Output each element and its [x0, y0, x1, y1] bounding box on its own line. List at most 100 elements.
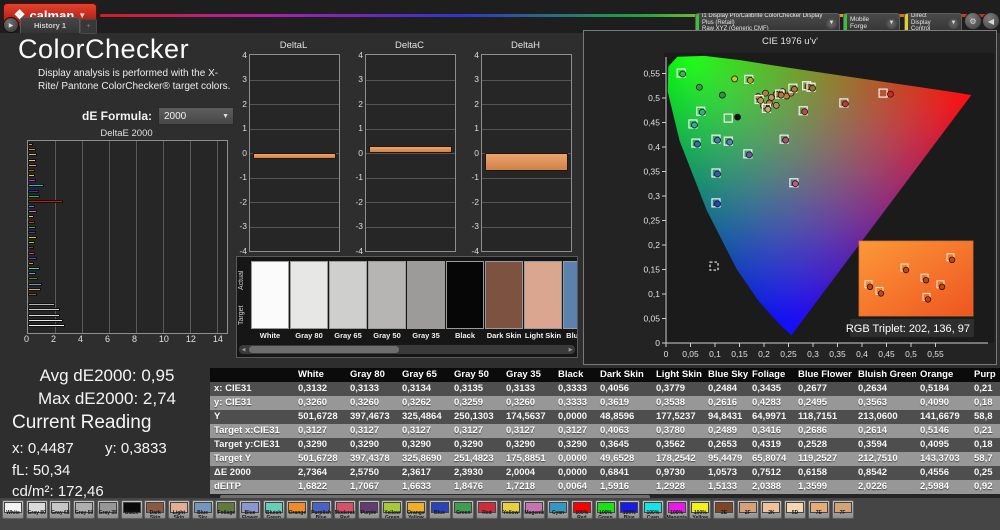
patch-swatch[interactable] — [407, 261, 445, 329]
deltae-bar — [28, 241, 36, 245]
y-tick-label: 0 — [655, 338, 660, 348]
table-cell: 0,3260 — [298, 397, 328, 408]
patch-button[interactable]: Gray 80 — [25, 500, 48, 519]
gear-icon: ⚙ — [969, 16, 977, 26]
gridline — [81, 141, 83, 333]
patch-button[interactable]: 2F — [736, 500, 759, 519]
table-cell: 175,8851 — [506, 453, 546, 464]
new-tab-button[interactable]: + — [80, 19, 97, 34]
patch-button[interactable]: Purple — [357, 500, 380, 519]
patch-button[interactable]: 5D — [784, 500, 807, 519]
measured-point — [757, 97, 765, 104]
avg-de2000: Avg dE2000: 0,95 — [39, 366, 175, 385]
patch-button-label: 2K — [768, 510, 775, 516]
patch-button[interactable]: Dark Skin — [144, 500, 167, 519]
delta-bar — [485, 153, 568, 171]
patch-button[interactable]: Yellow Green — [381, 500, 404, 519]
patch-button[interactable]: Black — [120, 500, 143, 519]
gridline — [216, 141, 218, 333]
column-header — [210, 368, 294, 382]
deltae-bar — [28, 184, 44, 188]
patch-button[interactable]: Gray 50 — [73, 500, 96, 519]
patch-button[interactable]: 7F — [831, 500, 854, 519]
patch-button[interactable]: Foliage — [215, 500, 238, 519]
deltal-chart: DeltaL 4 3 2 1 0 -1 -2 -3 -4 — [231, 40, 343, 262]
gridline — [366, 104, 455, 105]
cie-chart-title: CIE 1976 u'v' — [762, 36, 818, 47]
delta-bar — [369, 146, 452, 153]
deltae-bars — [28, 141, 227, 333]
patch-swatch[interactable] — [290, 261, 328, 329]
patch-button[interactable]: Blue Flower — [239, 500, 261, 519]
patch-button-label: Blue — [434, 510, 446, 516]
y-tick-label: 0,25 — [643, 216, 660, 226]
patch-button[interactable]: White — [2, 500, 24, 519]
patch-button[interactable]: Magenta — [523, 500, 546, 519]
table-header-row: White Gray 80 Gray 65 Gray 50 Gray 35 Black Da… — [210, 368, 1000, 382]
y-tick-label: -2 — [355, 196, 363, 207]
deltae-bar — [28, 313, 60, 317]
patch-button[interactable]: 100% Yellow — [689, 500, 712, 519]
patch-button[interactable]: 100% Blue — [618, 500, 641, 519]
patch-button[interactable]: Light Skin — [167, 500, 190, 519]
settings-button[interactable]: ⚙ — [964, 12, 982, 30]
table-cell: 0,3562 — [656, 439, 686, 450]
deltae-bar — [28, 272, 37, 276]
patch-swatch[interactable] — [368, 261, 406, 329]
table-cell: 0,3563 — [858, 397, 888, 408]
patch-button[interactable]: Bluish Green — [262, 500, 285, 519]
collapse-panel-button[interactable]: ◀ — [982, 12, 1000, 30]
patch-button[interactable]: 100% Magenta — [665, 500, 688, 519]
table-cell: 0,3127 — [350, 425, 380, 436]
deltae-bar — [28, 323, 65, 327]
patch-button[interactable]: 7E — [807, 500, 830, 519]
patch-swatch[interactable] — [524, 261, 562, 329]
cie-chart-panel: CIE 1976 u'v' 0 0,05 0,1 0,15 0,2 0,25 0… — [583, 30, 997, 365]
measured-point — [782, 136, 789, 144]
patch-swatch-label: Light Skin — [524, 331, 562, 340]
patch-button[interactable]: Blue — [428, 500, 451, 519]
patch-button[interactable]: 2K — [760, 500, 783, 519]
patch-swatch[interactable] — [485, 261, 523, 329]
swatch-scrollbar-thumb[interactable] — [249, 346, 399, 353]
session-menu-button[interactable]: ▶ — [3, 17, 19, 33]
table-cell: 0,3779 — [656, 383, 686, 394]
table-cell: 0,0000 — [558, 467, 588, 478]
patch-button[interactable]: 100% Cyan — [641, 500, 664, 519]
patch-button[interactable]: Gray 65 — [49, 500, 72, 519]
patch-button[interactable]: 100% Green — [594, 500, 617, 519]
table-cell: 0,4283 — [752, 397, 782, 408]
table-cell: 0,3127 — [402, 425, 432, 436]
patch-button[interactable]: Yellow — [499, 500, 522, 519]
deltae-chart-title: DeltaE 2000 — [100, 128, 153, 139]
scroll-left-icon[interactable]: ◀ — [239, 345, 248, 354]
patch-button[interactable]: 100% Red — [570, 500, 593, 519]
deltae-bar — [28, 261, 35, 265]
patch-button[interactable]: Cyan — [547, 500, 570, 519]
patch-button[interactable]: Moderate Red — [333, 500, 356, 519]
patch-swatch-label: Gray 65 — [334, 331, 362, 340]
de-formula-dropdown[interactable]: 2000 ▼ — [158, 107, 234, 125]
patch-button[interactable]: Green — [452, 500, 475, 519]
measured-point — [679, 70, 687, 78]
patch-button[interactable]: Orange — [286, 500, 309, 519]
scroll-right-icon[interactable]: ▶ — [566, 345, 575, 354]
patch-button[interactable]: Orange Yellow — [404, 500, 427, 519]
table-cell: 2,0388 — [752, 481, 782, 492]
gridline — [482, 226, 571, 228]
top-bar: ❖ calman ▼ i1 Display Pro/Calibrite Colo… — [0, 0, 1000, 34]
patch-button[interactable]: Purplish Blue — [310, 500, 333, 519]
table-cell: 0,2489 — [708, 425, 738, 436]
patch-button[interactable]: Blue Sky — [191, 500, 214, 519]
patch-swatch[interactable] — [251, 261, 289, 329]
measured-point — [746, 76, 754, 84]
patch-button[interactable]: Red — [476, 500, 498, 519]
patch-button[interactable]: 2E — [713, 500, 735, 519]
patch-swatch[interactable] — [446, 261, 484, 329]
patch-swatch[interactable] — [329, 261, 367, 329]
patch-swatch[interactable] — [563, 261, 577, 329]
table-cell: 0,0000 — [558, 453, 588, 464]
tab-history-1[interactable]: History 1 — [20, 17, 80, 33]
swatch-scrollbar[interactable]: ◀ ▶ — [239, 345, 575, 354]
patch-button[interactable]: Gray 35 — [96, 500, 119, 519]
